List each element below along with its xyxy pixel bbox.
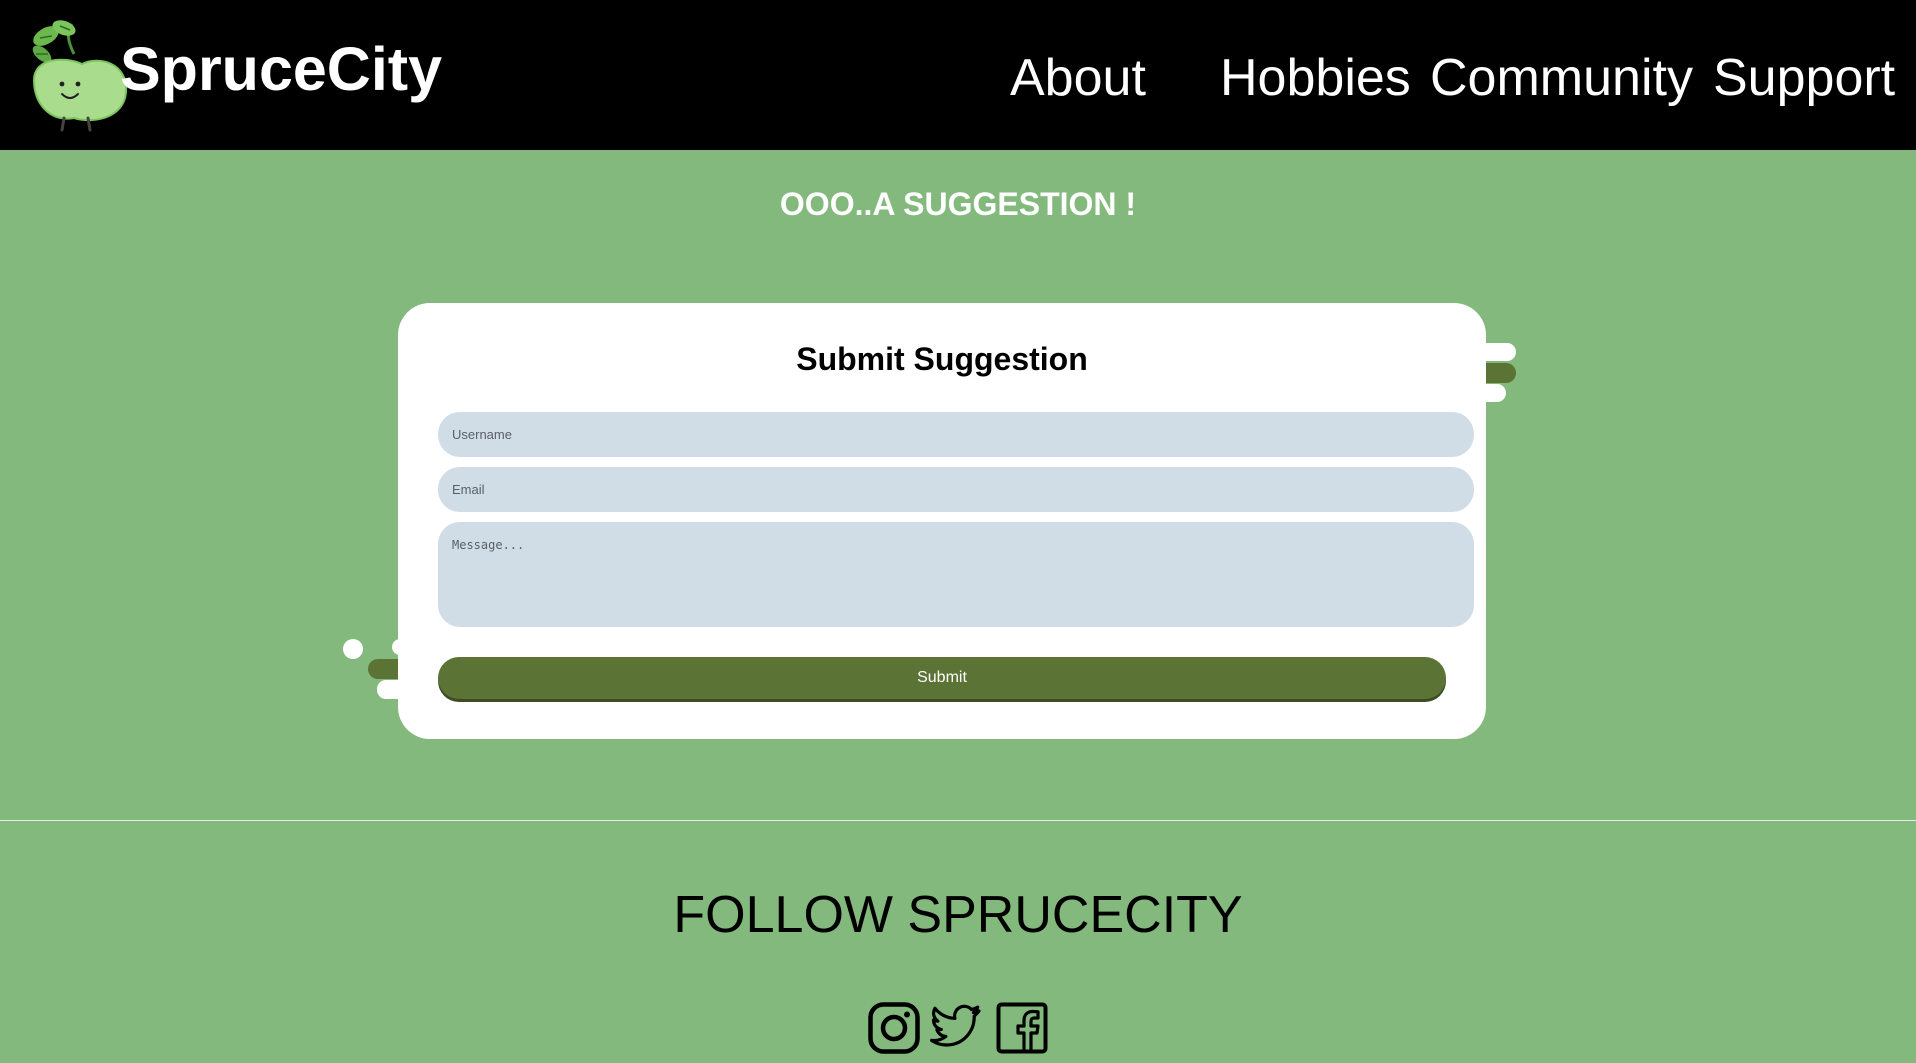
- twitter-icon[interactable]: [930, 1002, 982, 1054]
- brand-name[interactable]: SpruceCity: [120, 34, 442, 104]
- instagram-icon[interactable]: [868, 1002, 920, 1054]
- facebook-icon[interactable]: [996, 1002, 1048, 1054]
- page-heading: OOO..A SUGGESTION !: [779, 186, 1137, 222]
- email-input[interactable]: [438, 467, 1474, 512]
- nav-support[interactable]: Support: [1713, 48, 1895, 108]
- suggestion-form: Submit Suggestion Submit: [398, 303, 1486, 739]
- decor-dot: [343, 639, 363, 659]
- submit-button[interactable]: Submit: [438, 657, 1446, 699]
- form-title: Submit Suggestion: [796, 341, 1088, 377]
- nav-community[interactable]: Community: [1430, 48, 1693, 108]
- username-input[interactable]: [438, 412, 1474, 457]
- message-textarea[interactable]: [438, 522, 1474, 627]
- nav-about[interactable]: About: [1010, 48, 1146, 108]
- nav-hobbies[interactable]: Hobbies: [1220, 48, 1411, 108]
- footer-divider: [0, 820, 1916, 821]
- brand[interactable]: [28, 14, 132, 132]
- top-navbar: SpruceCity About Hobbies Community Suppo…: [0, 0, 1916, 150]
- follow-heading: FOLLOW SPRUCECITY: [673, 886, 1243, 944]
- bean-sprout-logo-icon[interactable]: [28, 14, 132, 132]
